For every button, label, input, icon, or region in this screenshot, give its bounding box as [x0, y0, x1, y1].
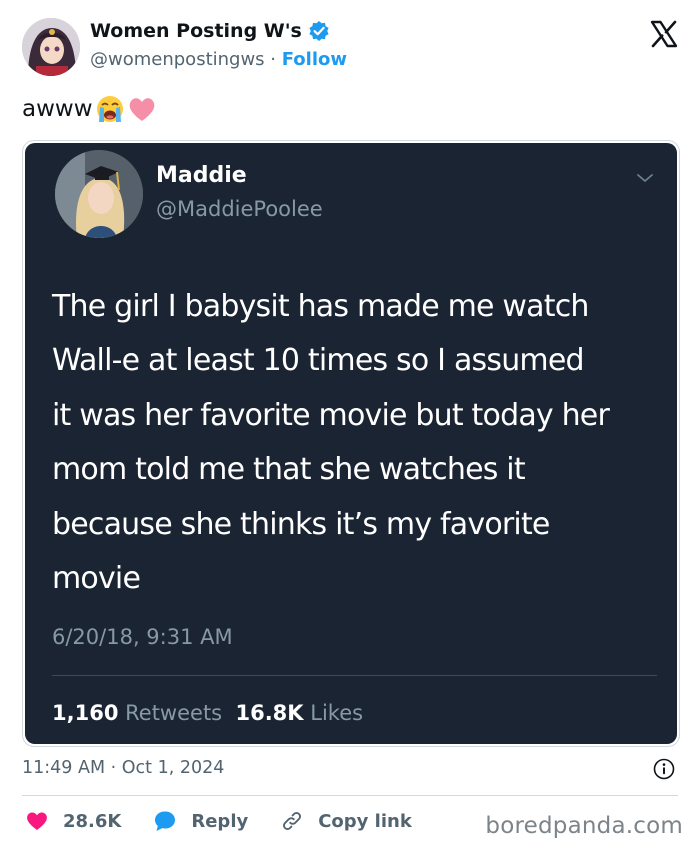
embedded-tweet-card: Maddie @MaddiePoolee The girl I babysit …	[25, 143, 677, 744]
post-timestamp[interactable]: 11:49 AM · Oct 1, 2024	[22, 758, 224, 778]
action-bar: 28.6K Reply Copy link	[25, 808, 444, 834]
embedded-author-handle: @MaddiePoolee	[156, 197, 323, 221]
embedded-avatar	[55, 150, 143, 238]
pink-heart-emoji-icon	[129, 98, 154, 121]
info-icon[interactable]	[653, 758, 675, 780]
embedded-likes-count: 16.8K	[235, 701, 304, 725]
like-button[interactable]: 28.6K	[25, 809, 121, 833]
footer-divider	[22, 795, 678, 796]
reply-button[interactable]: Reply	[153, 809, 248, 833]
post-text: awww	[22, 96, 93, 122]
embedded-divider	[52, 675, 657, 676]
copy-link-button[interactable]: Copy link	[280, 809, 412, 833]
watermark-text: boredpanda.com	[485, 813, 683, 839]
follow-button[interactable]: Follow	[282, 49, 347, 70]
embedded-tweet-timestamp: 6/20/18, 9:31 AM	[52, 625, 233, 649]
author-handle[interactable]: @womenpostingws	[90, 49, 265, 70]
author-meta: @womenpostingws · Follow	[90, 49, 347, 70]
copy-link-label: Copy link	[318, 810, 412, 832]
verified-badge-icon	[309, 21, 329, 41]
author-name[interactable]: Women Posting W's	[90, 20, 302, 42]
embedded-tweet-stats: 1,160 Retweets 16.8K Likes	[52, 701, 363, 725]
embedded-tweet-body: The girl I babysit has made me watch Wal…	[52, 289, 610, 597]
post-text-row: awww	[22, 94, 157, 124]
likes-count: 28.6K	[63, 810, 122, 832]
embedded-author-name: Maddie	[156, 163, 247, 188]
loudly-crying-face-emoji-icon	[96, 96, 123, 122]
heart-icon	[27, 812, 47, 830]
embedded-retweets-count: 1,160	[52, 701, 119, 725]
author-avatar[interactable]	[22, 18, 80, 76]
chevron-down-icon	[637, 174, 653, 183]
reply-bubble-icon	[155, 811, 176, 831]
link-icon	[283, 812, 302, 830]
meta-separator: ·	[264, 49, 282, 70]
embedded-retweets-label: Retweets	[125, 701, 223, 725]
author-name-row[interactable]: Women Posting W's	[90, 20, 330, 42]
embedded-tweet-image[interactable]: Maddie @MaddiePoolee The girl I babysit …	[22, 140, 680, 747]
x-logo-icon[interactable]	[650, 20, 678, 48]
reply-label: Reply	[191, 810, 249, 832]
embedded-likes-label: Likes	[310, 701, 364, 725]
